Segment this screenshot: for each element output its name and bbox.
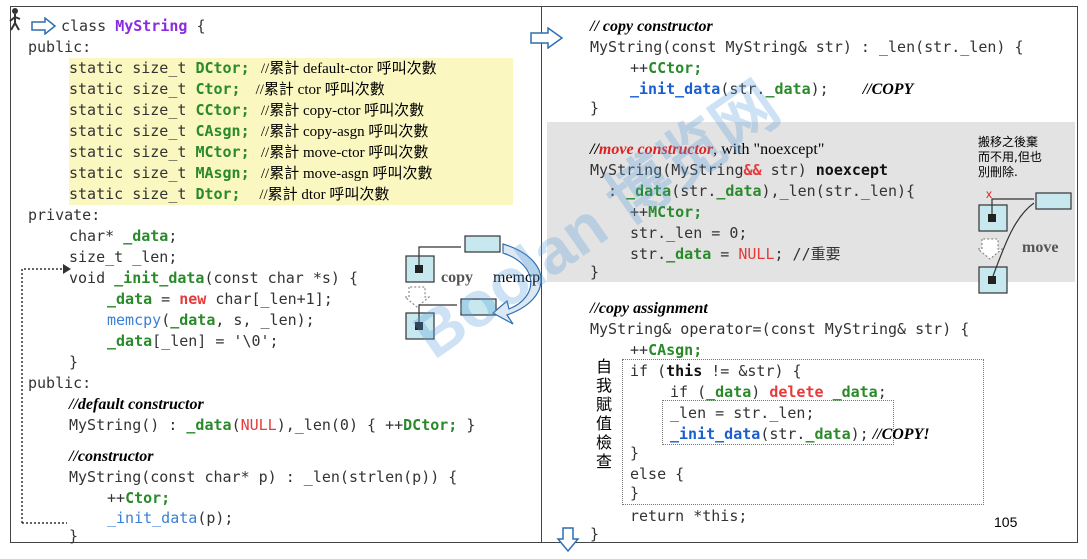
move-ctor-decl: MyString(MyString&& str) noexcept — [590, 161, 889, 179]
static-mctor: static size_t MCtor; //累計 move-ctor 呼叫次數 — [69, 143, 429, 161]
copy-asgn-decl: MyString& operator=(const MyString& str)… — [590, 320, 970, 338]
copy-asgn-delete: if (_data) delete _data; — [670, 383, 887, 401]
move-ctor-comment: //move constructor, with "noexcept" — [590, 141, 825, 158]
move-note: 搬移之後棄 而不用,但也 別刪除. — [978, 135, 1042, 179]
copy-asgn-line1: ++CAsgn; — [630, 341, 703, 359]
copy-asgn-return: return *this; — [630, 507, 748, 525]
move-ctor-line3: str._data = NULL; //重要 — [630, 245, 841, 263]
static-ctor: static size_t Ctor; //累計 ctor 呼叫次數 — [69, 80, 385, 98]
ctor-close: } — [69, 527, 79, 545]
class-decl: class MyString { — [61, 17, 206, 35]
init-data-line3: _data[_len] = '\0'; — [107, 332, 279, 350]
copy-asgn-if-close: } — [630, 444, 640, 462]
right-code-panel: // copy constructor MyString(const MyStr… — [530, 6, 1078, 543]
move-ctor-init: : _data(str._data),_len(str._len){ — [608, 182, 916, 200]
copy-asgn-init: _init_data(str._data); //COPY! — [670, 425, 930, 443]
private-label: private: — [28, 206, 101, 224]
default-ctor: MyString() : _data(NULL),_len(0) { ++DCt… — [69, 416, 476, 434]
static-cctor: static size_t CCtor; //累計 copy-ctor 呼叫次數 — [69, 101, 425, 119]
arrow-right-icon — [530, 27, 564, 49]
copy-asgn-len: _len = str._len; — [670, 404, 815, 422]
move-ctor-close: } — [590, 263, 600, 281]
copy-ctor-decl: MyString(const MyString& str) : _len(str… — [590, 38, 1024, 56]
svg-text:x: x — [986, 187, 992, 201]
public-label: public: — [28, 38, 92, 56]
page-number: 105 — [994, 514, 1018, 530]
move-ctor-line1: ++MCtor; — [630, 203, 703, 221]
ctor-comment: //constructor — [69, 448, 154, 465]
move-label: move — [1022, 239, 1059, 256]
static-dctor: static size_t DCtor; //累計 default-ctor 呼… — [69, 59, 437, 77]
init-data-close: } — [69, 353, 79, 371]
member-len: size_t _len; — [69, 248, 178, 266]
left-code-panel: class MyString { public: static size_t D… — [9, 6, 559, 545]
copy-ctor-line2: _init_data(str._data);//COPY — [630, 80, 914, 98]
init-data-line2: memcpy(_data, s, _len); — [107, 311, 315, 329]
copy-asgn-comment: //copy assignment — [590, 300, 708, 317]
static-casgn: static size_t CAsgn; //累計 copy-asgn 呼叫次數 — [69, 122, 429, 140]
copy-ctor-line1: ++CCtor; — [630, 59, 703, 77]
self-assign-check-label: 自 我 賦 值 檢 查 — [596, 357, 613, 471]
static-masgn: static size_t MAsgn; //累計 move-asgn 呼叫次數 — [69, 164, 433, 182]
ctor-line1: ++Ctor; — [107, 489, 171, 507]
default-ctor-comment: //default constructor — [69, 396, 204, 413]
member-data: char* _data; — [69, 227, 178, 245]
copy-asgn-else: else { — [630, 465, 685, 483]
init-data-line1: _data = new char[_len+1]; — [107, 290, 333, 308]
arrow-right-icon — [31, 17, 57, 35]
copy-asgn-close: } — [590, 525, 600, 543]
move-ctor-line2: str._len = 0; — [630, 224, 748, 242]
ctor-decl: MyString(const char* p) : _len(strlen(p)… — [69, 468, 458, 486]
ctor-line2: _init_data(p); — [107, 509, 234, 527]
copy-asgn-else-close: } — [630, 484, 640, 502]
copy-ctor-comment: // copy constructor — [590, 18, 713, 35]
copy-ctor-close: } — [590, 99, 600, 117]
arrow-down-icon — [556, 527, 580, 553]
static-dtor: static size_t Dtor; //累計 dtor 呼叫次數 — [69, 185, 390, 203]
init-data-decl: void _init_data(const char *s) { — [69, 269, 358, 287]
copy-label: copy — [441, 269, 473, 286]
public-label-2: public: — [28, 374, 92, 392]
copy-asgn-if: if (this != &str) { — [630, 362, 802, 380]
